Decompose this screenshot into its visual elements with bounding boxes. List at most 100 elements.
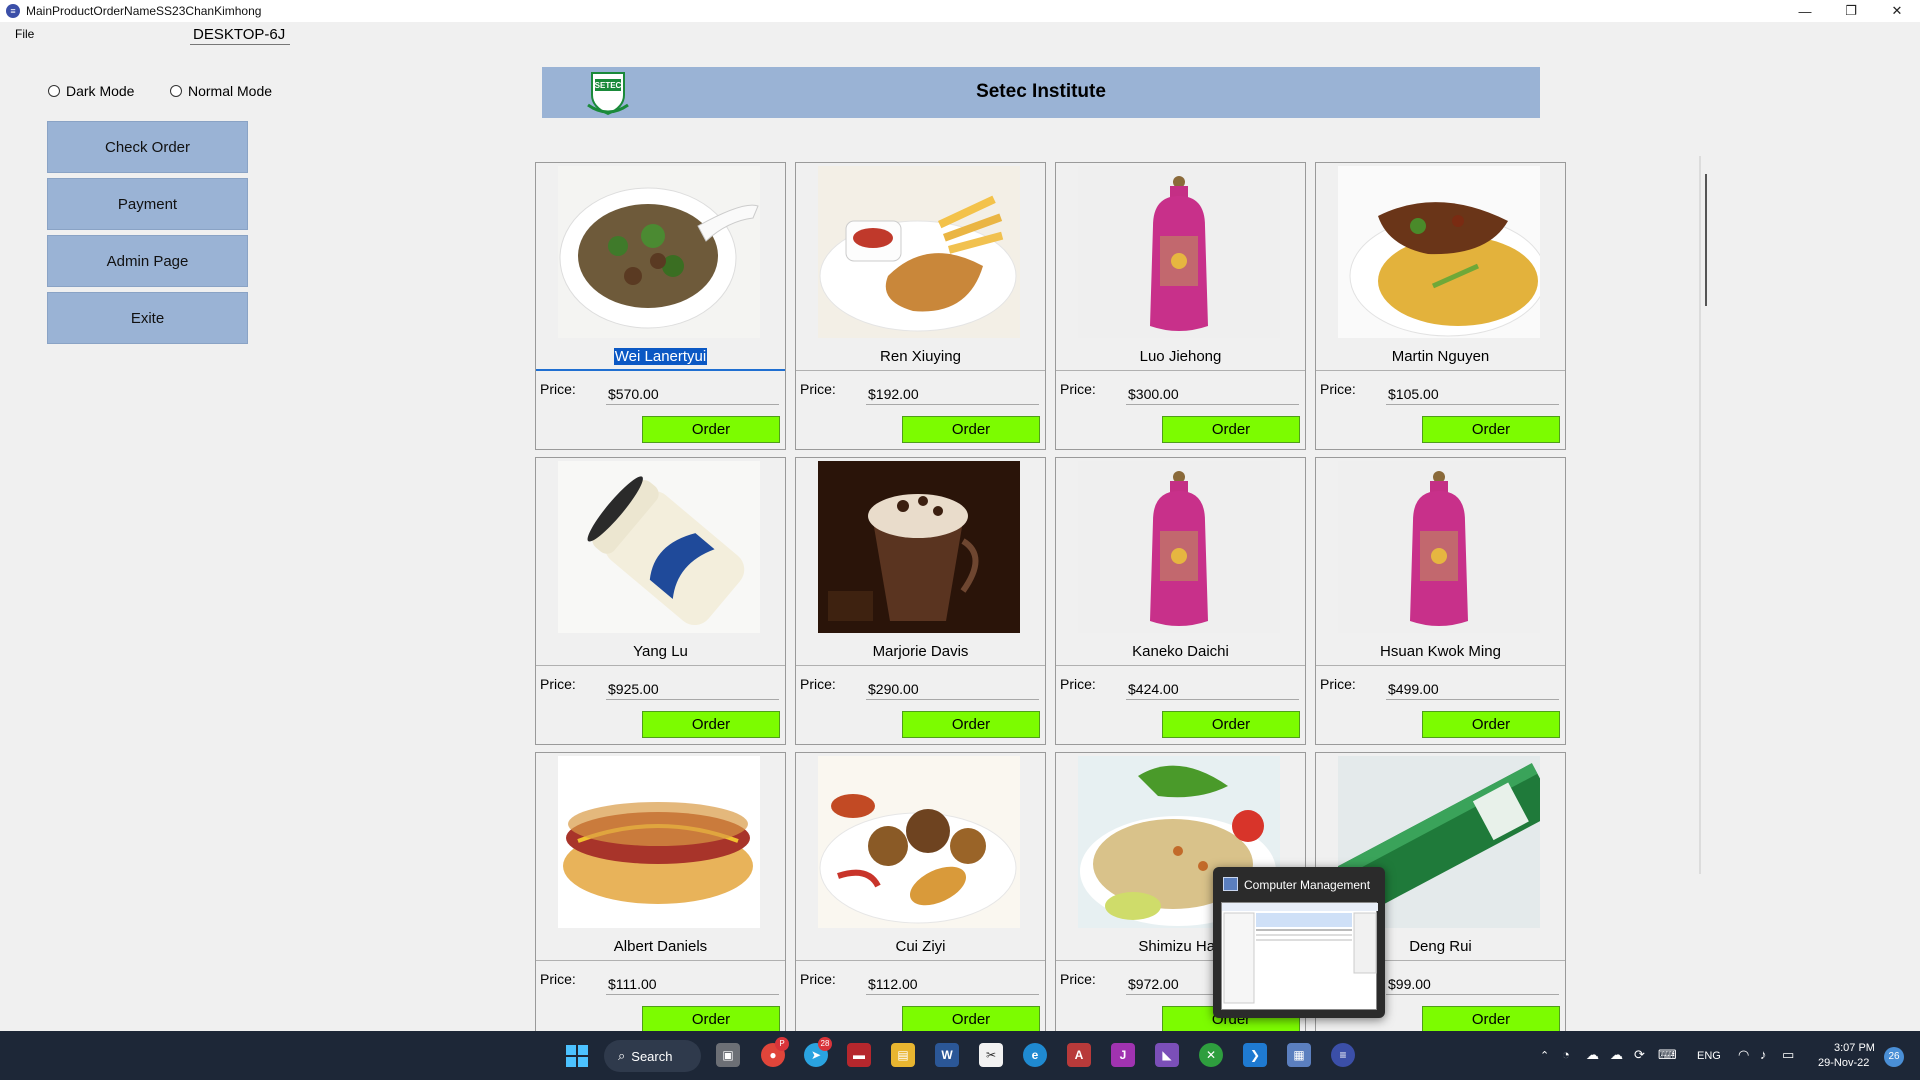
clock-date[interactable]: 29-Nov-22 [1818,1057,1869,1069]
wifi-icon[interactable]: ◠ [1738,1047,1749,1063]
product-image [818,461,1020,633]
language-indicator[interactable]: ENG [1697,1050,1721,1062]
main-form: Dark Mode Normal Mode Check Order Paymen… [0,46,1920,1040]
edge-icon[interactable]: e [1023,1043,1047,1067]
window-preview[interactable] [1221,902,1378,1010]
check-order-button[interactable]: Check Order [47,121,248,173]
order-button[interactable]: Order [1422,416,1560,443]
product-image [818,166,1020,338]
cloud-icon[interactable]: ☁ [1610,1047,1623,1063]
keyboard-icon[interactable]: ⌨ [1658,1047,1677,1063]
file-explorer-icon[interactable]: ▤ [891,1043,915,1067]
price-value-field[interactable]: $112.00 [866,973,1039,995]
battery-icon[interactable]: ▭ [1782,1047,1794,1063]
radio-circle-icon[interactable] [48,85,60,97]
computer-management-icon [1223,877,1238,891]
window-title: MainProductOrderNameSS23ChanKimhong [26,4,262,18]
price-label: Price: [800,381,836,397]
popup-title: Computer Management [1244,878,1371,892]
restore-icon[interactable]: ❐ [1828,0,1874,22]
running-app-icon[interactable]: ≡ [1331,1043,1355,1067]
product-card: Luo Jiehong Price: $300.00 Order [1055,162,1306,450]
product-name-field[interactable]: Ren Xiuying [796,348,1045,371]
visual-studio-icon[interactable]: ◣ [1155,1043,1179,1067]
word-icon[interactable]: W [935,1043,959,1067]
order-button[interactable]: Order [902,1006,1040,1033]
price-value-field[interactable]: $290.00 [866,678,1039,700]
product-image [558,756,760,928]
taskbar-search[interactable]: ⌕ Search [604,1040,701,1072]
taskbar-thumbnail-popup[interactable]: Computer Management [1213,867,1385,1018]
product-name: Albert Daniels [613,938,708,955]
product-name-field[interactable]: Wei Lanertyui [536,348,785,371]
clock-time[interactable]: 3:07 PM [1834,1042,1875,1054]
order-button[interactable]: Order [1422,1006,1560,1033]
volume-icon[interactable]: ♪ [1760,1047,1767,1062]
price-label: Price: [1320,676,1356,692]
scroll-track[interactable] [1699,156,1701,874]
product-name-field[interactable]: Hsuan Kwok Ming [1316,643,1565,666]
price-label: Price: [1060,971,1096,987]
admin-page-button[interactable]: Admin Page [47,235,248,287]
onedrive-icon[interactable]: ☁ [1586,1047,1599,1063]
price-value-field[interactable]: $99.00 [1386,973,1559,995]
xbox-icon[interactable]: ✕ [1199,1043,1223,1067]
order-button[interactable]: Order [902,711,1040,738]
dark-mode-radio[interactable]: Dark Mode [48,83,134,99]
task-view-icon[interactable]: ▣ [716,1043,740,1067]
menu-file[interactable]: File [15,27,34,41]
price-value-field[interactable]: $111.00 [606,973,779,995]
chevron-up-icon[interactable]: ⌃ [1540,1049,1549,1062]
order-button[interactable]: Order [642,711,780,738]
price-value-field[interactable]: $570.00 [606,383,779,405]
product-name: Yang Lu [633,643,688,660]
host-name-field[interactable]: DESKTOP-6J [190,25,290,45]
radio-circle-icon[interactable] [170,85,182,97]
vscode-icon[interactable]: ❯ [1243,1043,1267,1067]
product-name-field[interactable]: Albert Daniels [536,938,785,961]
notification-count[interactable]: 26 [1884,1047,1904,1067]
product-name: Hsuan Kwok Ming [1380,643,1501,660]
product-card: Cui Ziyi Price: $112.00 Order [795,752,1046,1040]
preview-image [1222,903,1378,1004]
price-value-field[interactable]: $424.00 [1126,678,1299,700]
price-value-field[interactable]: $105.00 [1386,383,1559,405]
jetbrains-icon[interactable]: J [1111,1043,1135,1067]
product-image [1078,461,1280,633]
exit-button[interactable]: Exite [47,292,248,344]
minimize-icon[interactable]: — [1782,0,1828,22]
close-icon[interactable]: ✕ [1874,0,1920,22]
price-label: Price: [540,676,576,692]
price-value-field[interactable]: $499.00 [1386,678,1559,700]
computer-management-taskbar-icon[interactable]: ▦ [1287,1043,1311,1067]
access-icon[interactable]: A [1067,1043,1091,1067]
app-red-icon[interactable]: ▬ [847,1043,871,1067]
product-name-field[interactable]: Martin Nguyen [1316,348,1565,371]
product-image [1078,166,1280,338]
price-value-field[interactable]: $925.00 [606,678,779,700]
window-controls: — ❐ ✕ [1782,0,1920,22]
order-button[interactable]: Order [642,1006,780,1033]
order-button[interactable]: Order [642,416,780,443]
product-name-field[interactable]: Marjorie Davis [796,643,1045,666]
product-name-field[interactable]: Cui Ziyi [796,938,1045,961]
snipping-tool-icon[interactable]: ✂ [979,1043,1003,1067]
product-name-field[interactable]: Kaneko Daichi [1056,643,1305,666]
order-button[interactable]: Order [902,416,1040,443]
product-name-field[interactable]: Yang Lu [536,643,785,666]
search-icon: ⌕ [618,1048,626,1063]
price-value-field[interactable]: $300.00 [1126,383,1299,405]
payment-button[interactable]: Payment [47,178,248,230]
product-image [1338,166,1540,338]
product-name-field[interactable]: Luo Jiehong [1056,348,1305,371]
scrollbar-thumb[interactable] [1705,174,1707,306]
order-button[interactable]: Order [1162,711,1300,738]
tray-app-icon[interactable]: ◔ [1562,1047,1570,1062]
price-value-field[interactable]: $192.00 [866,383,1039,405]
sync-icon[interactable]: ⟳ [1634,1047,1645,1063]
normal-mode-radio[interactable]: Normal Mode [170,83,272,99]
windows-start-icon[interactable] [566,1045,588,1067]
order-button[interactable]: Order [1162,416,1300,443]
chrome-badge: P [775,1037,789,1051]
order-button[interactable]: Order [1422,711,1560,738]
